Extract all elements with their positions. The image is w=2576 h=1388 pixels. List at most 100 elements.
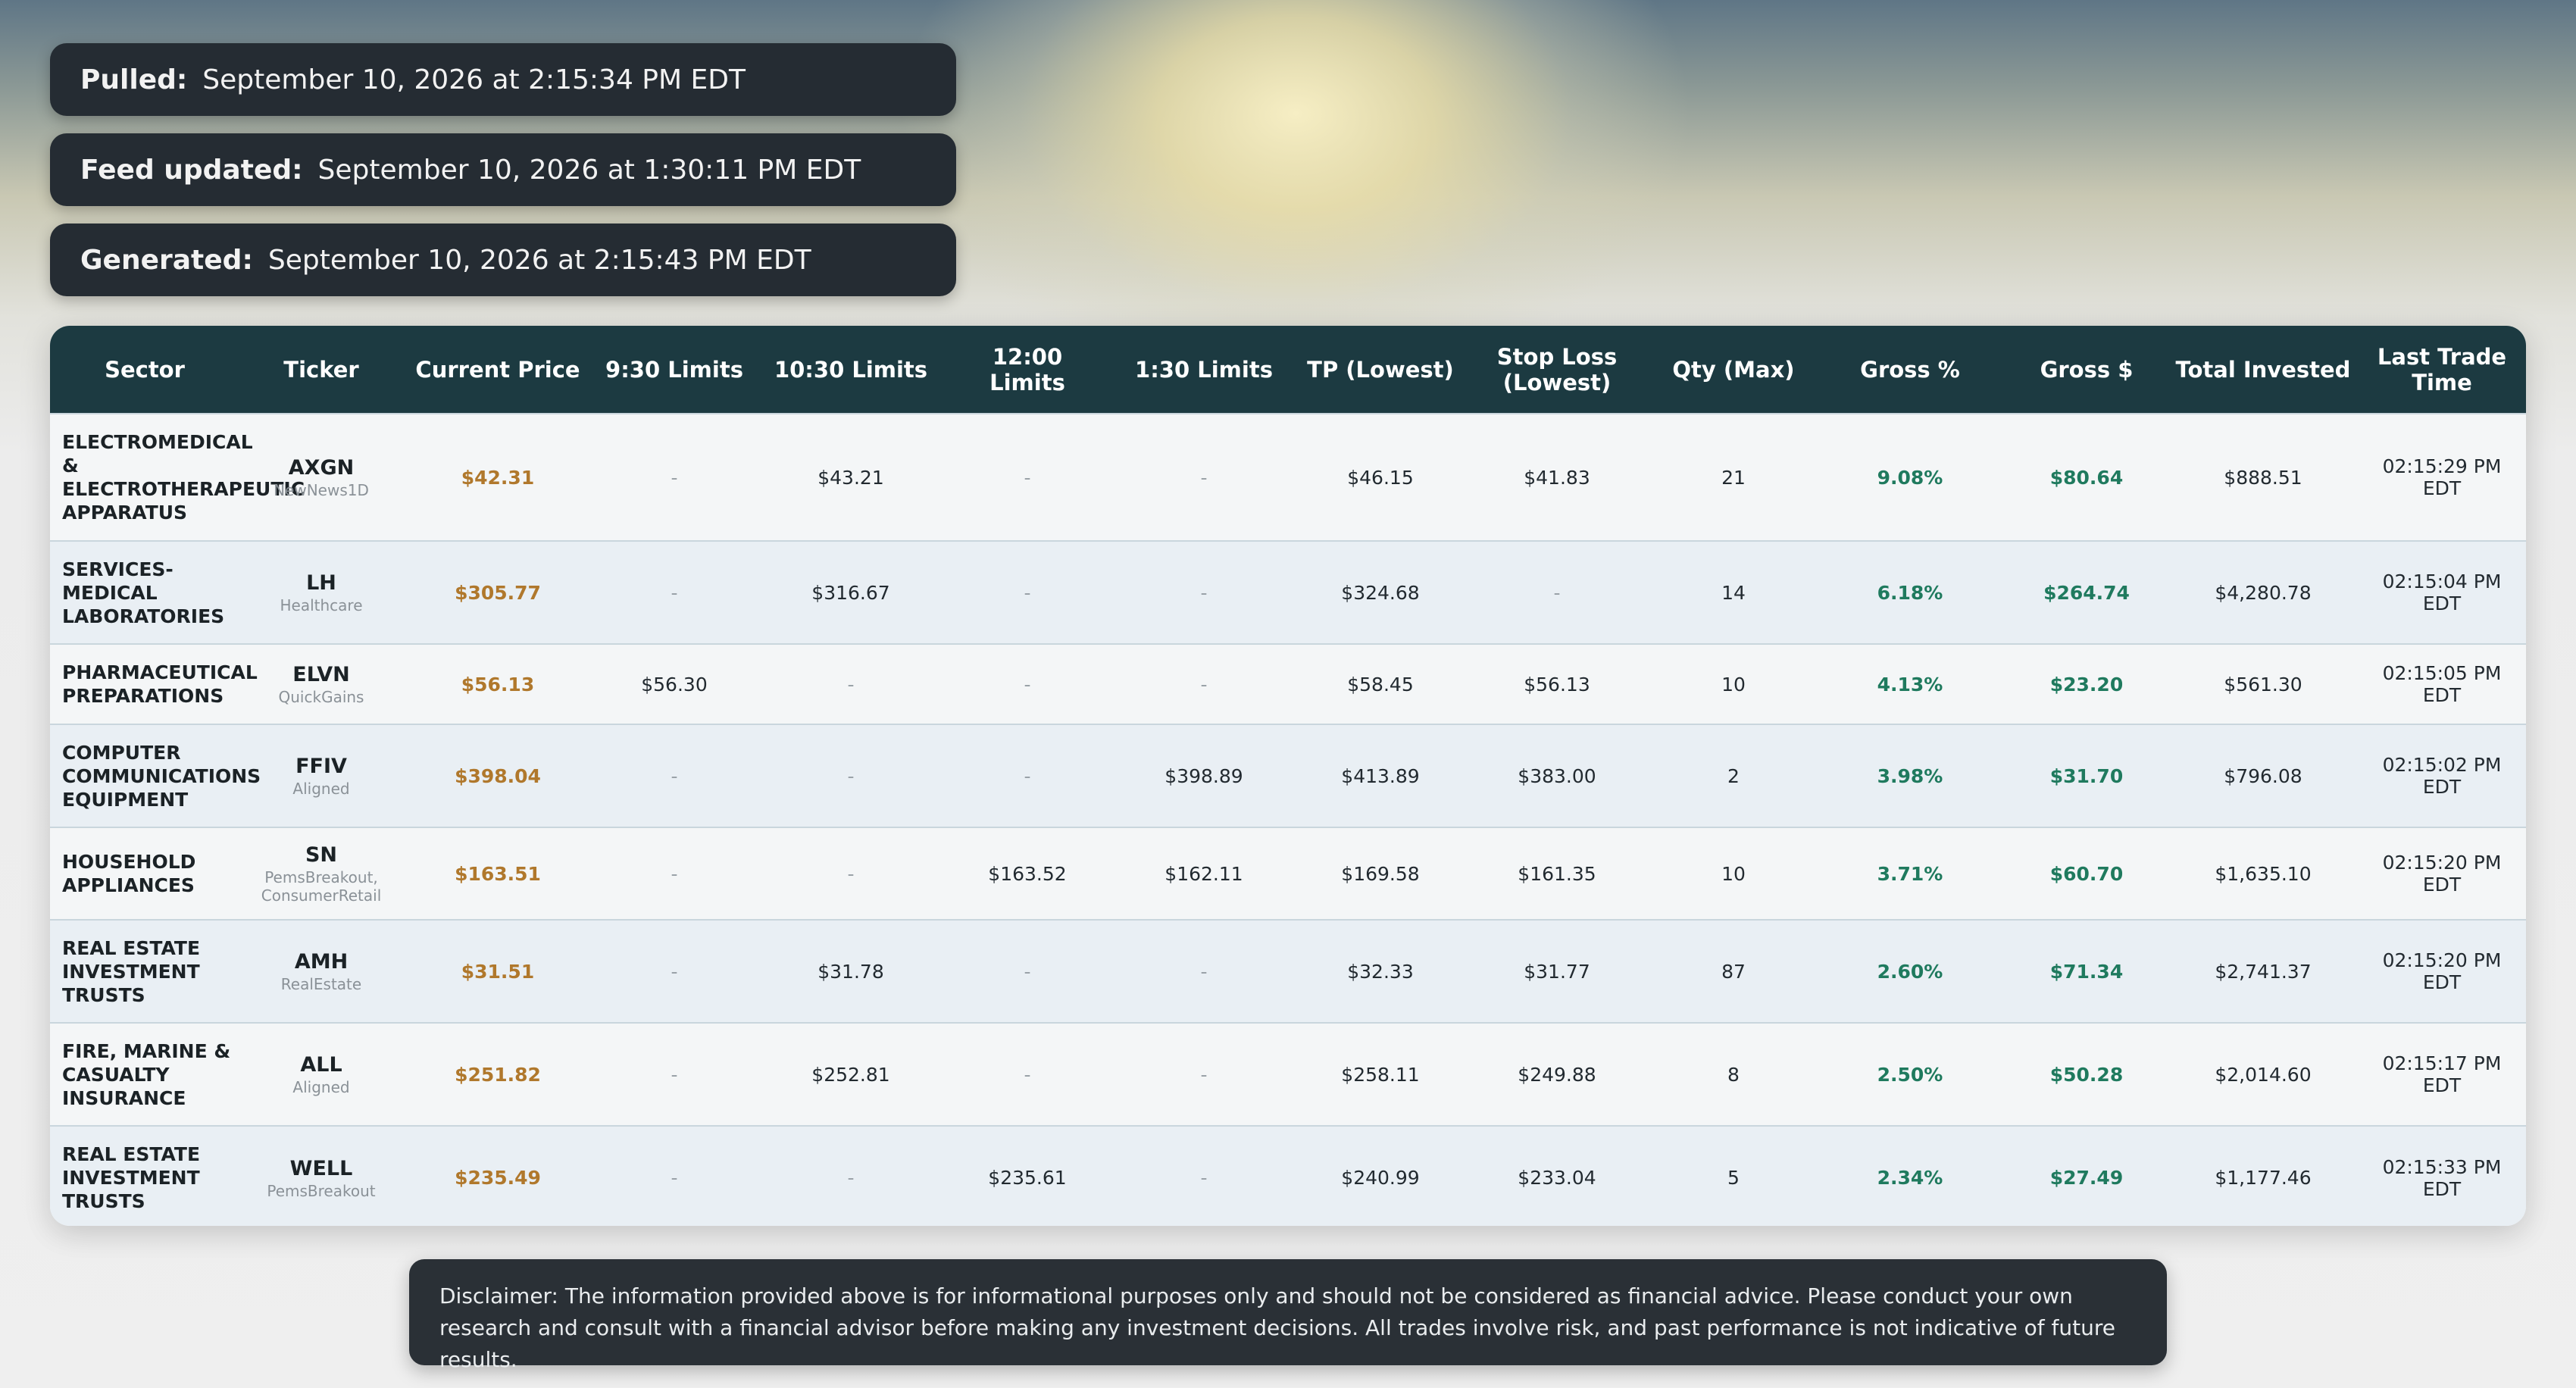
trades-table: Sector Ticker Current Price 9:30 Limits 10:3… xyxy=(50,326,2526,1226)
stop-loss-cell: $249.88 xyxy=(1518,1063,1596,1086)
last-trade-time-cell: 02:15:17 PM EDT xyxy=(2382,1052,2502,1096)
current-price-cell: $305.77 xyxy=(455,581,541,604)
last-trade-time-cell: 02:15:20 PM EDT xyxy=(2382,949,2502,993)
ticker-tag: PemsBreakout, ConsumerRetail xyxy=(261,868,382,905)
trades-table-container: Sector Ticker Current Price 9:30 Limits 10:3… xyxy=(50,326,2526,1226)
gross-usd-cell: $71.34 xyxy=(2049,960,2124,983)
ticker-tag: Healthcare xyxy=(280,596,363,614)
column-header-stop-loss-lowest[interactable]: Stop Loss (Lowest) xyxy=(1462,326,1652,414)
qty-cell: 2 xyxy=(1727,764,1740,787)
ticker-cell: WELL PemsBreakout xyxy=(239,1126,403,1226)
limits-930-cell: - xyxy=(671,466,678,489)
last-trade-time-cell: 02:15:05 PM EDT xyxy=(2382,662,2502,706)
limits-130-cell: - xyxy=(1200,960,1208,983)
table-row[interactable]: ELECTROMEDICAL & ELECTROTHERAPEUTIC APPA… xyxy=(50,414,2526,541)
gross-pct-cell: 2.50% xyxy=(1877,1063,1943,1086)
column-header-limits-930[interactable]: 9:30 Limits xyxy=(592,326,756,414)
limits-130-cell: $398.89 xyxy=(1165,764,1243,787)
column-header-limits-1030[interactable]: 10:30 Limits xyxy=(756,326,946,414)
ticker-symbol[interactable]: LH xyxy=(244,571,399,596)
qty-cell: 5 xyxy=(1727,1167,1740,1189)
ticker-symbol[interactable]: FFIV xyxy=(244,754,399,780)
ticker-tag: QuickGains xyxy=(278,688,364,706)
last-trade-time-cell: 02:15:33 PM EDT xyxy=(2382,1155,2502,1200)
limits-130-cell: $162.11 xyxy=(1165,862,1243,885)
column-header-gross-usd[interactable]: Gross $ xyxy=(2005,326,2168,414)
stop-loss-cell: $383.00 xyxy=(1518,764,1596,787)
tp-lowest-cell: $240.99 xyxy=(1341,1167,1420,1189)
sector-cell: HOUSEHOLD APPLIANCES xyxy=(62,851,196,896)
limits-1200-cell: - xyxy=(1024,1063,1031,1086)
table-row[interactable]: COMPUTER COMMUNICATIONS EQUIPMENT FFIV Ali… xyxy=(50,724,2526,827)
current-price-cell: $398.04 xyxy=(455,764,541,787)
last-trade-time-cell: 02:15:29 PM EDT xyxy=(2382,455,2502,499)
feed-updated-label: Feed updated: xyxy=(80,154,303,186)
stop-loss-cell: $41.83 xyxy=(1524,466,1590,489)
gross-pct-cell: 2.34% xyxy=(1877,1167,1943,1189)
column-header-current-price[interactable]: Current Price xyxy=(403,326,592,414)
last-trade-time-cell: 02:15:20 PM EDT xyxy=(2382,852,2502,896)
ticker-symbol[interactable]: WELL xyxy=(244,1156,399,1182)
column-header-ticker[interactable]: Ticker xyxy=(239,326,403,414)
last-trade-time-cell: 02:15:04 PM EDT xyxy=(2382,571,2502,614)
qty-cell: 10 xyxy=(1721,862,1746,885)
tp-lowest-cell: $169.58 xyxy=(1341,862,1420,885)
current-price-cell: $42.31 xyxy=(461,466,535,489)
ticker-symbol[interactable]: AMH xyxy=(244,949,399,975)
gross-usd-cell: $27.49 xyxy=(2049,1167,2124,1189)
limits-1030-cell: - xyxy=(847,764,855,787)
limits-1030-cell: - xyxy=(847,1167,855,1189)
current-price-cell: $163.51 xyxy=(455,862,541,885)
generated-value: September 10, 2026 at 2:15:43 PM EDT xyxy=(267,244,811,276)
ticker-symbol[interactable]: ELVN xyxy=(244,662,399,688)
sector-cell: ELECTROMEDICAL & ELECTROTHERAPEUTIC APPA… xyxy=(62,431,305,524)
qty-cell: 14 xyxy=(1721,581,1746,604)
ticker-tag: Aligned xyxy=(292,780,350,798)
total-invested-cell: $1,177.46 xyxy=(2215,1167,2312,1189)
ticker-symbol[interactable]: SN xyxy=(244,842,399,868)
limits-1200-cell: - xyxy=(1024,673,1031,696)
tp-lowest-cell: $58.45 xyxy=(1347,673,1414,696)
table-row[interactable]: HOUSEHOLD APPLIANCES SN PemsBreakout, Cons… xyxy=(50,827,2526,920)
ticker-symbol[interactable]: ALL xyxy=(244,1052,399,1078)
pulled-label: Pulled: xyxy=(80,64,188,95)
total-invested-cell: $888.51 xyxy=(2224,466,2302,489)
limits-1200-cell: - xyxy=(1024,960,1031,983)
sector-cell: REAL ESTATE INVESTMENT TRUSTS xyxy=(62,1143,201,1212)
gross-pct-cell: 6.18% xyxy=(1877,581,1943,604)
ticker-cell: AXGN NewNews1D xyxy=(239,414,403,541)
stop-loss-cell: $56.13 xyxy=(1524,673,1590,696)
table-row[interactable]: REAL ESTATE INVESTMENT TRUSTS WELL PemsBre… xyxy=(50,1126,2526,1226)
column-header-sector[interactable]: Sector xyxy=(50,326,239,414)
total-invested-cell: $2,014.60 xyxy=(2215,1063,2312,1086)
stop-loss-cell: - xyxy=(1553,581,1561,604)
limits-130-cell: - xyxy=(1200,673,1208,696)
limits-1030-cell: $252.81 xyxy=(811,1063,890,1086)
current-price-cell: $235.49 xyxy=(455,1167,541,1189)
ticker-symbol[interactable]: AXGN xyxy=(244,455,399,481)
table-row[interactable]: FIRE, MARINE & CASUALTY INSURANCE ALL Alig… xyxy=(50,1023,2526,1126)
column-header-total-invested[interactable]: Total Invested xyxy=(2168,326,2358,414)
limits-1030-cell: $316.67 xyxy=(811,581,890,604)
gross-usd-cell: $31.70 xyxy=(2049,764,2124,787)
column-header-limits-1200[interactable]: 12:00 Limits xyxy=(946,326,1109,414)
limits-130-cell: - xyxy=(1200,1167,1208,1189)
table-row[interactable]: REAL ESTATE INVESTMENT TRUSTS AMH RealEsta… xyxy=(50,920,2526,1023)
gross-usd-cell: $23.20 xyxy=(2049,673,2124,696)
last-trade-time-cell: 02:15:02 PM EDT xyxy=(2382,754,2502,798)
column-header-tp-lowest[interactable]: TP (Lowest) xyxy=(1299,326,1462,414)
column-header-limits-130[interactable]: 1:30 Limits xyxy=(1109,326,1299,414)
column-header-gross-pct[interactable]: Gross % xyxy=(1815,326,2005,414)
current-price-cell: $251.82 xyxy=(455,1063,541,1086)
ticker-cell: ELVN QuickGains xyxy=(239,644,403,724)
gross-pct-cell: 9.08% xyxy=(1877,466,1943,489)
table-row[interactable]: PHARMACEUTICAL PREPARATIONS ELVN QuickGain… xyxy=(50,644,2526,724)
limits-1200-cell: $163.52 xyxy=(988,862,1067,885)
gross-usd-cell: $264.74 xyxy=(2043,581,2130,604)
limits-930-cell: $56.30 xyxy=(641,673,708,696)
limits-130-cell: - xyxy=(1200,466,1208,489)
table-row[interactable]: SERVICES-MEDICAL LABORATORIES LH Healthcar… xyxy=(50,541,2526,644)
gross-pct-cell: 3.98% xyxy=(1877,764,1943,787)
column-header-qty-max[interactable]: Qty (Max) xyxy=(1652,326,1815,414)
column-header-last-trade-time[interactable]: Last Trade Time xyxy=(2358,326,2526,414)
